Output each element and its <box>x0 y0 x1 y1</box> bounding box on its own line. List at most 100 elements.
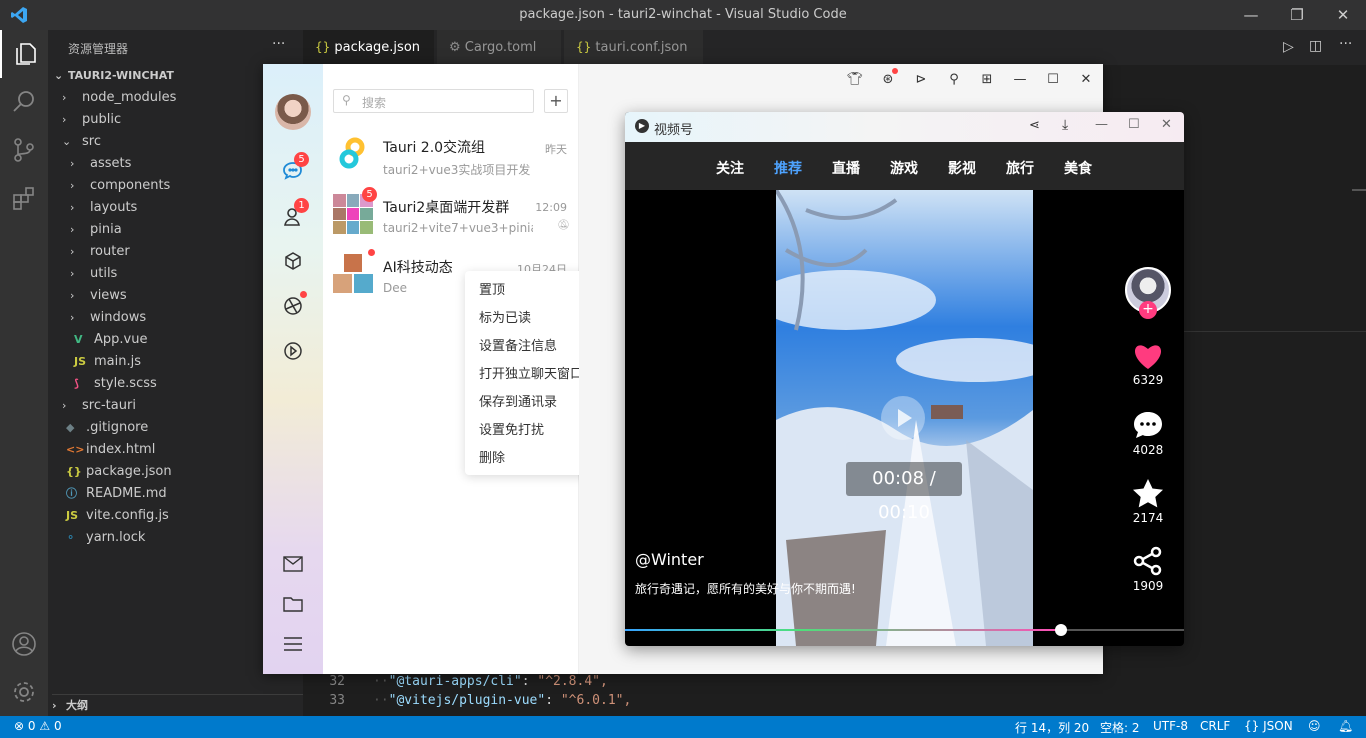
search-icon[interactable] <box>0 78 48 126</box>
tree-item-label: components <box>90 178 171 193</box>
tab-recommend[interactable]: 推荐 <box>774 158 802 178</box>
project-root[interactable]: ⌄ TAURI2-WINCHAT <box>54 65 174 87</box>
folder-item[interactable]: › assets <box>70 153 131 175</box>
split-editor-icon[interactable]: ◫ <box>1309 38 1322 54</box>
json-file-icon: {} <box>66 465 82 478</box>
unread-badge: 5 <box>362 187 377 202</box>
run-icon[interactable]: ▷ <box>1283 39 1294 55</box>
video-author[interactable]: @Winter <box>635 550 704 569</box>
share-button[interactable]: 1909 <box>1123 546 1173 593</box>
tab-cargo-toml[interactable]: ⚙ Cargo.toml <box>437 30 562 65</box>
grid-icon[interactable]: ⊞ <box>978 70 996 88</box>
feedback-icon[interactable]: ☺ <box>1308 719 1321 733</box>
minimize-icon[interactable]: — <box>1228 0 1274 30</box>
extensions-icon[interactable] <box>0 174 48 222</box>
close-icon[interactable]: ✕ <box>1077 70 1095 88</box>
folder-item[interactable]: › src-tauri <box>62 395 136 417</box>
contacts-icon[interactable]: 1 <box>280 198 309 230</box>
outline-section[interactable]: › 大纲 <box>52 694 303 716</box>
chevron-right-icon: › <box>62 399 67 412</box>
add-button[interactable]: + <box>544 89 568 113</box>
minimize-icon[interactable]: — <box>1095 117 1108 132</box>
menu-icon[interactable] <box>280 631 306 657</box>
more-actions-icon[interactable]: ··· <box>272 36 285 52</box>
more-actions-icon[interactable]: ··· <box>1339 36 1352 52</box>
video-channel-window: ▶ 视频号 ⋖ ⤓ — ☐ ✕ 关注 推荐 直播 游戏 影视 旅行 美食 00:… <box>625 112 1184 646</box>
md-file-icon: ⓘ <box>66 487 77 500</box>
file-item[interactable]: ⟆ style.scss <box>70 373 157 395</box>
account-icon[interactable] <box>0 620 48 668</box>
progress-handle[interactable] <box>1055 624 1068 636</box>
play-icon[interactable]: ⊳ <box>912 70 930 88</box>
maximize-icon[interactable]: ☐ <box>1044 70 1062 88</box>
moments-icon[interactable] <box>280 291 307 319</box>
chat-preview: tauri2+vite7+vue3+pinia3... <box>383 221 533 235</box>
folder-item[interactable]: › node_modules <box>62 87 176 109</box>
tab-follow[interactable]: 关注 <box>716 158 744 178</box>
folder-item[interactable]: › pinia <box>70 219 122 241</box>
list-item[interactable]: 5 Tauri2桌面端开发群 tauri2+vite7+vue3+pinia3.… <box>323 187 579 249</box>
eol-status[interactable]: CRLF <box>1200 719 1230 733</box>
download-icon[interactable]: ⤓ <box>1062 117 1068 133</box>
json-icon: {} <box>315 40 331 54</box>
problems-status[interactable]: ⊗ 0 ⚠ 0 <box>14 719 62 733</box>
like-button[interactable]: 6329 <box>1123 342 1173 387</box>
folder-item[interactable]: › views <box>70 285 127 307</box>
tab-movies[interactable]: 影视 <box>948 158 976 178</box>
tab-package-json[interactable]: {} package.json ✕ <box>303 30 435 90</box>
explorer-icon[interactable] <box>0 30 48 78</box>
mail-icon[interactable] <box>280 551 306 577</box>
tab-live[interactable]: 直播 <box>832 158 860 178</box>
folder-item[interactable]: ⌄ src <box>62 131 101 153</box>
avatar[interactable] <box>275 94 311 130</box>
cursor-position[interactable]: 行 14，列 20 <box>1015 719 1089 736</box>
comment-button[interactable]: 4028 <box>1123 410 1173 457</box>
file-item[interactable]: JS vite.config.js <box>62 505 169 527</box>
cube-icon[interactable] <box>280 248 306 274</box>
minimize-icon[interactable]: — <box>1011 70 1029 88</box>
folder-item[interactable]: › components <box>70 175 170 197</box>
file-item[interactable]: ◆ .gitignore <box>62 417 148 439</box>
project-name: TAURI2-WINCHAT <box>68 69 174 82</box>
tab-games[interactable]: 游戏 <box>890 158 918 178</box>
folder-icon[interactable] <box>280 591 306 617</box>
follow-plus-icon[interactable]: + <box>1139 301 1157 319</box>
file-item[interactable]: V App.vue <box>70 329 147 351</box>
notifications-icon[interactable]: 🔔︎ <box>1338 719 1353 733</box>
video-tabs: 关注 推荐 直播 游戏 影视 旅行 美食 <box>625 142 1184 190</box>
file-item[interactable]: ⓘ README.md <box>62 483 167 505</box>
pin-icon[interactable]: ⚲ <box>945 70 963 88</box>
moments-icon[interactable]: ⊛ <box>879 68 898 88</box>
file-item[interactable]: JS main.js <box>70 351 141 373</box>
file-item[interactable]: {} package.json <box>62 461 172 483</box>
video-channel-icon[interactable] <box>280 338 306 364</box>
share-icon[interactable]: ⋖ <box>1029 118 1040 133</box>
tree-item-label: assets <box>90 156 132 171</box>
file-item[interactable]: ⚬ yarn.lock <box>62 527 145 549</box>
tab-travel[interactable]: 旅行 <box>1006 158 1034 178</box>
shirt-icon[interactable]: 👕︎ <box>846 70 864 88</box>
author-avatar[interactable]: + <box>1123 267 1173 319</box>
file-item[interactable]: <> index.html <box>62 439 155 461</box>
folder-item[interactable]: › layouts <box>70 197 137 219</box>
close-icon[interactable]: ✕ <box>1161 117 1172 132</box>
folder-item[interactable]: › utils <box>70 263 117 285</box>
folder-item[interactable]: › public <box>62 109 121 131</box>
tab-tauri-conf[interactable]: {} tauri.conf.json <box>564 30 704 65</box>
folder-item[interactable]: › windows <box>70 307 146 329</box>
encoding-status[interactable]: UTF-8 <box>1153 719 1188 733</box>
maximize-icon[interactable]: ☐ <box>1128 117 1140 132</box>
language-status[interactable]: {} JSON <box>1244 719 1293 733</box>
folder-item[interactable]: › router <box>70 241 130 263</box>
search-input[interactable]: ⚲ 搜索 <box>333 89 534 113</box>
settings-gear-icon[interactable] <box>0 668 48 716</box>
chat-icon[interactable]: 5 <box>280 152 309 184</box>
restore-icon[interactable]: ❐ <box>1274 0 1320 30</box>
indent-status[interactable]: 空格: 2 <box>1100 719 1140 736</box>
favorite-button[interactable]: 2174 <box>1123 478 1173 525</box>
play-button-icon[interactable] <box>881 396 925 440</box>
tab-food[interactable]: 美食 <box>1064 158 1092 178</box>
list-item[interactable]: Tauri 2.0交流组 tauri2+vue3实战项目开发 昨天 <box>323 129 579 189</box>
close-icon[interactable]: ✕ <box>1320 0 1366 30</box>
source-control-icon[interactable] <box>0 126 48 174</box>
